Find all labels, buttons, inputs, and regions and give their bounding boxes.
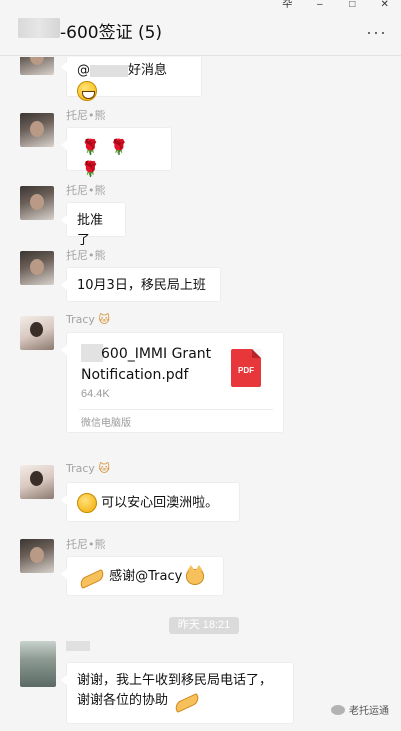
message-bubble-good-news[interactable]: @ 好消息: [61, 57, 202, 101]
sender-name: 托尼•熊: [66, 538, 106, 551]
avatar-tony[interactable]: [20, 186, 54, 220]
file-source: 微信电脑版: [81, 418, 131, 429]
rose-emoji-icon: 🌹: [109, 138, 129, 156]
message-bubble-roses[interactable]: 🌹 🌹 🌹: [61, 127, 172, 178]
message-text: 批准了: [77, 213, 104, 248]
file-size: 64.4K: [81, 388, 110, 400]
cat-badge-icon: 🐱: [98, 462, 110, 475]
sender-name-text: Tracy: [66, 313, 95, 326]
message-bubble[interactable]: 谢谢，我上午收到移民局电话了， 谢谢各位的协助: [61, 662, 294, 724]
timestamp-divider: 昨天 18:21: [169, 617, 239, 634]
blurred-title-prefix: [18, 18, 60, 38]
pin-icon[interactable]: 卆: [271, 0, 304, 12]
avatar-tracy[interactable]: [20, 316, 54, 350]
pdf-file-icon: PDF: [231, 349, 261, 387]
clap-hand-emoji-icon: [77, 568, 105, 586]
message-text-line: 谢谢各位的协助: [77, 691, 283, 711]
message-text: 好消息: [128, 63, 168, 78]
maximize-button[interactable]: □: [336, 0, 369, 12]
message-text: 感谢@Tracy: [109, 569, 183, 584]
message-text-line: 谢谢，我上午收到移民局电话了，: [77, 673, 273, 688]
close-button[interactable]: ✕: [369, 0, 401, 12]
avatar-blurred[interactable]: [20, 641, 56, 687]
message-text: 10月3日，移民局上班: [77, 278, 206, 293]
grin-emoji-icon: [77, 81, 97, 101]
sender-name: 托尼•熊: [66, 184, 106, 197]
cat-face-emoji-icon: [186, 564, 205, 585]
sender-name-text: Tracy: [66, 462, 95, 475]
blurred-mention: [90, 64, 128, 77]
rose-emoji-icon: 🌹: [81, 160, 100, 178]
message-bubble[interactable]: 可以安心回澳洲啦。: [61, 482, 240, 522]
wechat-icon: [331, 704, 345, 715]
message-text: 可以安心回澳洲啦。: [101, 495, 219, 511]
sender-name: 托尼•熊: [66, 249, 106, 262]
minimize-button[interactable]: –: [304, 0, 337, 12]
rose-emoji-icon: 🌹: [81, 138, 100, 156]
message-bubble[interactable]: 感谢@Tracy: [61, 556, 224, 596]
blurred-sender-name: [66, 641, 90, 651]
thinking-emoji-icon: [77, 493, 97, 513]
clap-hand-emoji-icon: [172, 692, 200, 710]
message-text: 谢谢各位的协助: [77, 693, 169, 708]
chat-title: -600签证 (5): [60, 23, 163, 43]
file-message-card[interactable]: 600_IMMI Grant Notification.pdf 64.4K PD…: [61, 332, 284, 433]
watermark: 老托运通: [331, 702, 389, 717]
watermark-text: 老托运通: [349, 706, 389, 717]
avatar-tony[interactable]: [20, 539, 54, 573]
divider: [79, 409, 273, 410]
window-controls: 卆 – □ ✕: [271, 0, 401, 12]
avatar-tracy[interactable]: [20, 465, 54, 499]
file-name: 600_IMMI Grant Notification.pdf: [81, 346, 212, 383]
pdf-label: PDF: [238, 366, 254, 375]
more-options-icon[interactable]: ···: [366, 22, 387, 43]
message-list[interactable]: @ 好消息 托尼•熊 🌹 🌹🌹 托尼•熊 批准了 托尼•熊 10月3日，移民局上班 …: [0, 57, 401, 731]
sender-name: Tracy 🐱: [66, 313, 110, 326]
message-bubble[interactable]: 批准了: [61, 202, 126, 248]
avatar-tony[interactable]: [20, 57, 54, 75]
mention-prefix: @: [77, 63, 90, 78]
message-bubble[interactable]: 10月3日，移民局上班: [61, 267, 221, 302]
avatar-tony[interactable]: [20, 251, 54, 285]
sender-name: 托尼•熊: [66, 109, 106, 122]
cat-badge-icon: 🐱: [98, 313, 110, 326]
sender-name: Tracy 🐱: [66, 462, 110, 475]
avatar-tony[interactable]: [20, 113, 54, 147]
